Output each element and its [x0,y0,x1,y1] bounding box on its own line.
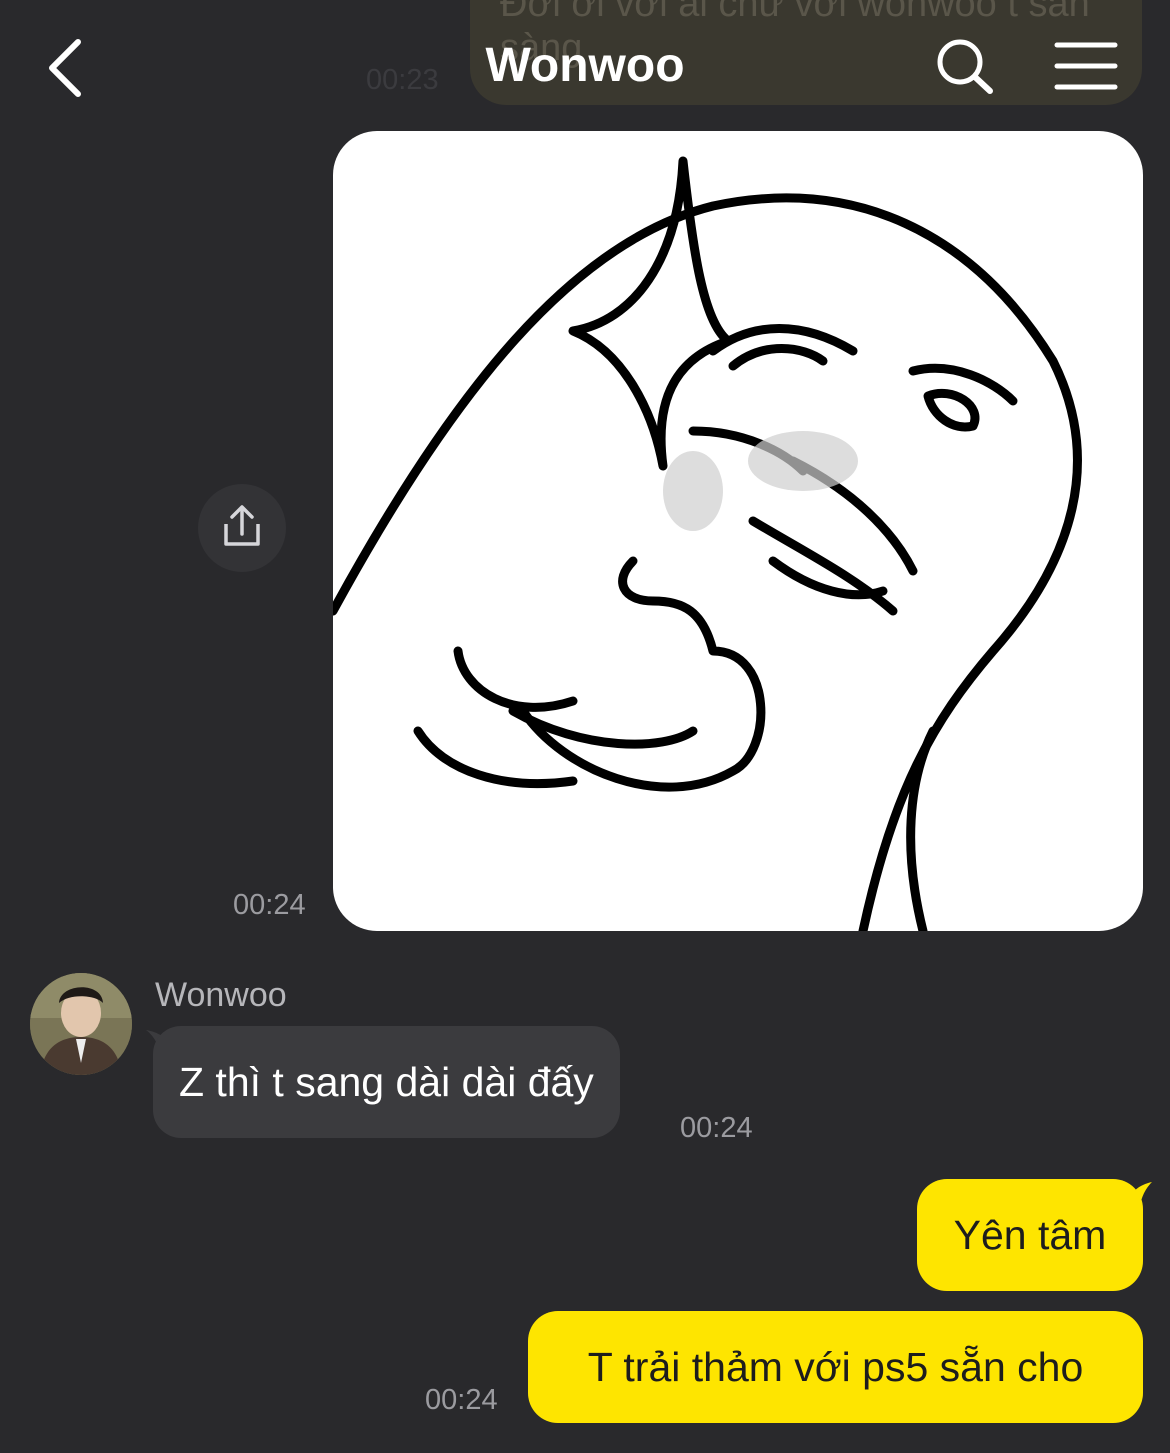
sticker-image[interactable] [333,131,1143,931]
chat-title: Wonwoo [485,39,685,92]
sticker-message-time: 00:24 [233,889,306,921]
outgoing-message-text: T trải thảm với ps5 sẵn cho [587,1344,1084,1390]
incoming-message-bubble[interactable]: Z thì t sang dài dài đấy [153,1026,620,1138]
outgoing-message-time: 00:24 [425,1384,498,1416]
menu-icon[interactable] [1054,40,1118,92]
incoming-message-time: 00:24 [680,1112,753,1144]
search-icon[interactable] [934,36,996,96]
outgoing-message-bubble[interactable]: T trải thảm với ps5 sẵn cho [528,1311,1143,1423]
incoming-message-text: Z thì t sang dài dài đấy [179,1059,594,1105]
rage-face-sticker [333,156,1082,931]
outgoing-message-text: Yên tâm [953,1212,1107,1258]
avatar[interactable] [30,973,132,1075]
sender-name: Wonwoo [155,976,287,1014]
outgoing-message-bubble[interactable]: Yên tâm [917,1179,1143,1291]
share-button[interactable] [198,484,286,572]
chevron-left-icon[interactable] [40,36,88,100]
share-icon [224,505,260,546]
